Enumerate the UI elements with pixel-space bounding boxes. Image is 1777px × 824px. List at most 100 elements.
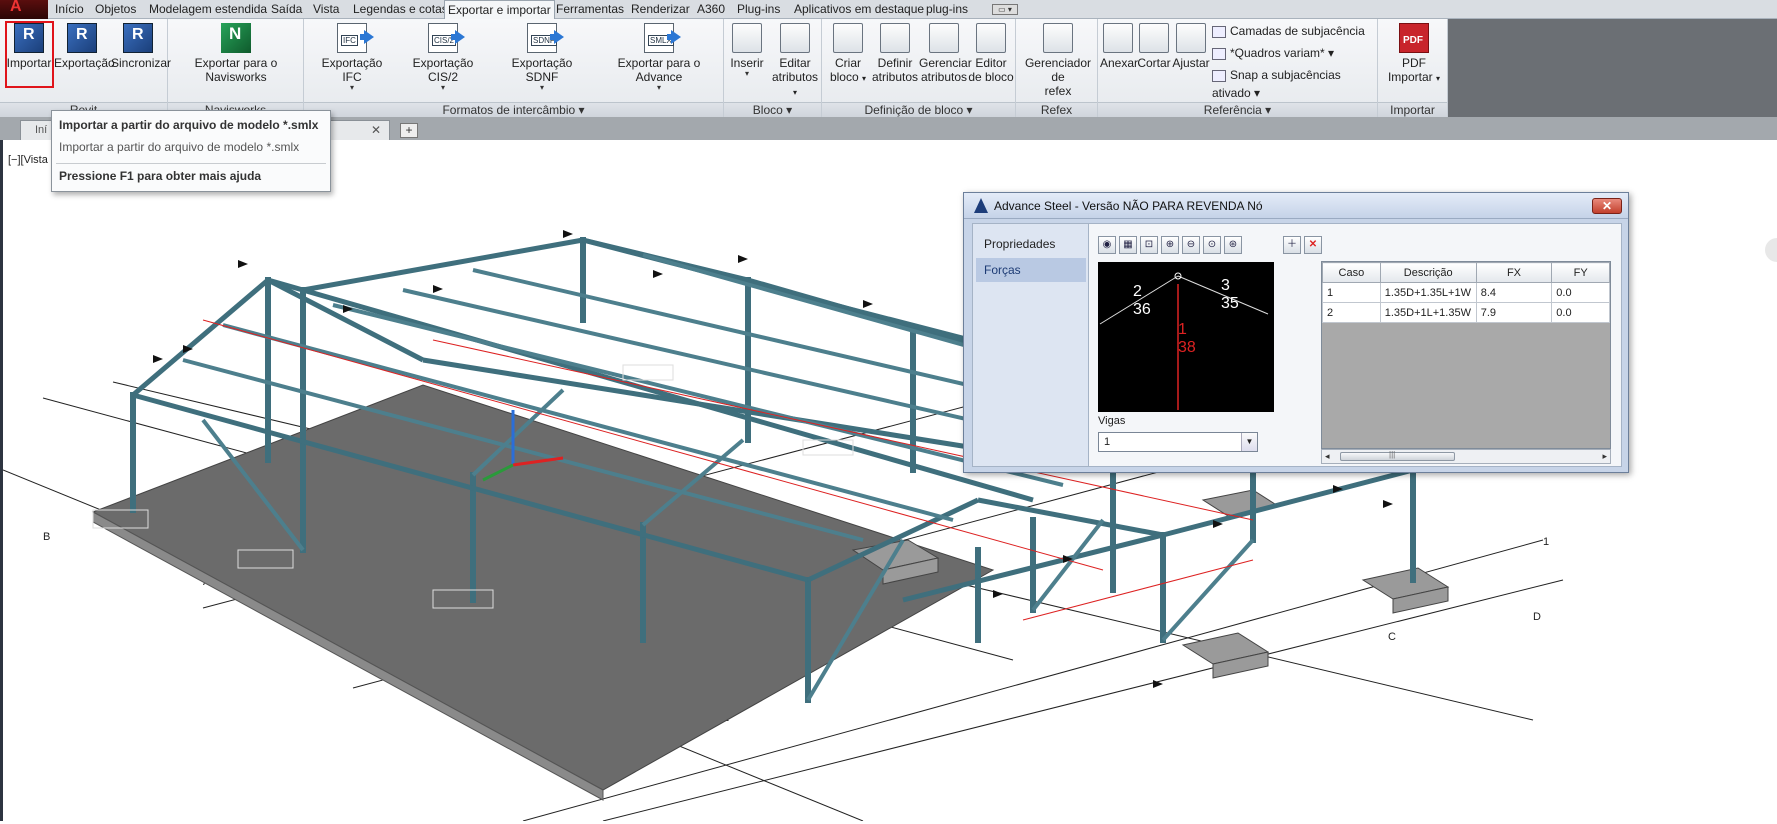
menu-tab-bar: A Início Objetos Modelagem estendida Saí… (0, 0, 1777, 20)
snap-underlay-label: Snap a subjacências ativado (1212, 68, 1341, 100)
sync-button[interactable]: Sincronizar (111, 23, 171, 70)
zoom-window-icon[interactable]: ⊡ (1140, 236, 1158, 254)
vigas-label: Vigas (1098, 415, 1126, 427)
attach-button[interactable]: Anexar (1100, 23, 1138, 70)
xref-manager-label-2: refex (1044, 84, 1072, 98)
tab-saida[interactable]: Saída (268, 0, 305, 19)
cell-caso[interactable]: 2 (1322, 302, 1381, 323)
grid-label-b: B (43, 531, 50, 543)
tab-objetos[interactable]: Objetos (92, 0, 139, 19)
dialog-title-bar[interactable]: Advance Steel - Versão NÃO PARA REVENDA … (964, 193, 1628, 219)
zoom-previous-icon[interactable]: ⊙ (1203, 236, 1221, 254)
tab-plug-ins-2[interactable]: plug-ins (923, 0, 971, 19)
cell-fx[interactable]: 7.9 (1475, 302, 1553, 323)
pdf-import-button[interactable]: PDF Importar ▾ (1386, 23, 1442, 86)
edit-attributes-icon (780, 23, 810, 53)
cell-fx[interactable]: 8.4 (1475, 282, 1553, 303)
tooltip-description: Importar a partir do arquivo de modelo *… (59, 140, 300, 154)
zoom-in-icon[interactable]: ⊕ (1161, 236, 1179, 254)
col-header-fx[interactable]: FX (1475, 262, 1553, 283)
revit-sync-icon (123, 23, 153, 53)
col-header-caso[interactable]: Caso (1322, 262, 1381, 283)
create-block-label-2: bloco (829, 70, 859, 84)
clip-label: Cortar (1137, 56, 1171, 70)
define-attributes-button[interactable]: Definir atributos (870, 23, 920, 84)
define-attributes-label-1: Definir (877, 56, 913, 70)
chevron-down-icon[interactable]: ▼ (1241, 433, 1257, 451)
export-advance-button[interactable]: SMLX Exportar para o Advance ▾ (598, 23, 720, 92)
scroll-right-icon[interactable]: ▸ (1602, 451, 1607, 462)
forces-table: Caso Descrição FX FY 1 1.35D+1.35L+1W 8.… (1321, 261, 1611, 449)
manage-attributes-label-2: atributos (920, 70, 968, 84)
tab-renderizar[interactable]: Renderizar (628, 0, 693, 19)
dialog-close-button[interactable]: ✕ (1592, 198, 1622, 214)
export-navisworks-button[interactable]: Exportar para o Navisworks (170, 23, 302, 84)
zoom-extents-icon[interactable]: ▦ (1119, 236, 1137, 254)
document-tab-label: Iní (35, 124, 48, 136)
cell-caso[interactable]: 1 (1322, 282, 1381, 303)
nav-propriedades[interactable]: Propriedades (976, 232, 1086, 256)
tab-inicio[interactable]: Início (52, 0, 87, 19)
zoom-all-icon[interactable]: ⊛ (1224, 236, 1242, 254)
application-menu-button[interactable]: A (0, 0, 48, 19)
export-cis2-button[interactable]: CIS/2 Exportação CIS/2 ▾ (400, 23, 486, 92)
zoom-out-icon[interactable]: ⊖ (1182, 236, 1200, 254)
export-sdnf-button[interactable]: SDNF Exportação SDNF ▾ (498, 23, 586, 92)
tab-modelagem-estendida[interactable]: Modelagem estendida (146, 0, 270, 19)
col-header-descricao[interactable]: Descrição (1379, 262, 1477, 283)
show-model-icon[interactable]: ◉ (1098, 236, 1116, 254)
tab-exportar-e-importar[interactable]: Exportar e importar (444, 0, 555, 20)
tab-legendas-e-cotas[interactable]: Legendas e cotas (350, 0, 451, 19)
table-row[interactable]: 2 1.35D+1L+1.35W 7.9 0.0 (1322, 302, 1610, 323)
insert-button[interactable]: Inserir ▾ (726, 23, 768, 78)
frames-vary-dropdown[interactable]: *Quadros variam* ▾ (1212, 44, 1334, 62)
panel-title-formatos: Formatos de intercâmbio ▾ (304, 102, 723, 117)
app-logo: A (10, 0, 22, 15)
vigas-select[interactable]: 1 ▼ (1098, 432, 1258, 452)
edit-attributes-button[interactable]: Editar atributos ▾ (770, 23, 820, 100)
tab-a360[interactable]: A360 (694, 0, 728, 19)
underlay-layers-label: Camadas de subjacência (1230, 24, 1365, 38)
add-row-icon[interactable]: ＋ (1283, 236, 1301, 254)
close-tab-icon[interactable]: ✕ (371, 121, 381, 139)
tab-aplicativos-em-destaque[interactable]: Aplicativos em destaque (791, 0, 927, 19)
tab-plug-ins[interactable]: Plug-ins (734, 0, 783, 19)
cell-descricao[interactable]: 1.35D+1L+1.35W (1379, 302, 1477, 323)
create-block-button[interactable]: Criar bloco ▾ (826, 23, 870, 86)
new-tab-button[interactable]: + (400, 123, 418, 138)
ribbon-minimize-icon[interactable]: ▭ ▾ (992, 4, 1018, 15)
revit-export-icon (67, 23, 97, 53)
clip-button[interactable]: Cortar (1136, 23, 1172, 70)
xref-manager-button[interactable]: Gerenciador de refex (1018, 23, 1098, 98)
viewport-label[interactable]: [−][Vista (8, 154, 48, 166)
panel-importar: PDF Importar ▾ Importar (1378, 19, 1448, 117)
define-attributes-icon (880, 23, 910, 53)
export-ifc-button[interactable]: IFC Exportação IFC ▾ (312, 23, 392, 92)
insert-label: Inserir (730, 56, 764, 70)
scroll-left-icon[interactable]: ◂ (1325, 451, 1330, 462)
tab-vista[interactable]: Vista (310, 0, 342, 19)
tooltip-help: Pressione F1 para obter mais ajuda (59, 169, 262, 183)
underlay-layers-button[interactable]: Camadas de subjacência (1212, 22, 1365, 40)
col-header-fy[interactable]: FY (1551, 262, 1610, 283)
table-row[interactable]: 1 1.35D+1.35L+1W 8.4 0.0 (1322, 282, 1610, 303)
adjust-button[interactable]: Ajustar (1172, 23, 1210, 70)
panel-definicao-bloco: Criar bloco ▾ Definir atributos Gerencia… (822, 19, 1016, 117)
dialog-nav: Propriedades Forças (973, 224, 1089, 466)
panel-referencia: Anexar Cortar Ajustar Camadas de subjacê… (1098, 19, 1378, 117)
block-editor-icon (976, 23, 1006, 53)
delete-row-icon[interactable]: ✕ (1304, 236, 1322, 254)
export-button[interactable]: Exportação (54, 23, 115, 70)
scroll-thumb[interactable]: ||| (1340, 450, 1455, 461)
manage-attributes-button[interactable]: Gerenciar atributos (919, 23, 972, 84)
snap-underlay-dropdown[interactable]: Snap a subjacências ativado ▾ (1212, 66, 1377, 100)
cell-fy[interactable]: 0.0 (1551, 282, 1610, 303)
cell-fy[interactable]: 0.0 (1551, 302, 1610, 323)
block-editor-button[interactable]: Editor de bloco (968, 23, 1014, 84)
edit-attributes-label-2: atributos (771, 70, 819, 84)
nav-forcas[interactable]: Forças (976, 258, 1086, 282)
table-horizontal-scrollbar[interactable]: ◂ ||| ▸ (1321, 449, 1611, 464)
cell-descricao[interactable]: 1.35D+1.35L+1W (1379, 282, 1477, 303)
edit-attributes-label-1: Editar (779, 56, 811, 70)
tab-ferramentas[interactable]: Ferramentas (553, 0, 627, 19)
